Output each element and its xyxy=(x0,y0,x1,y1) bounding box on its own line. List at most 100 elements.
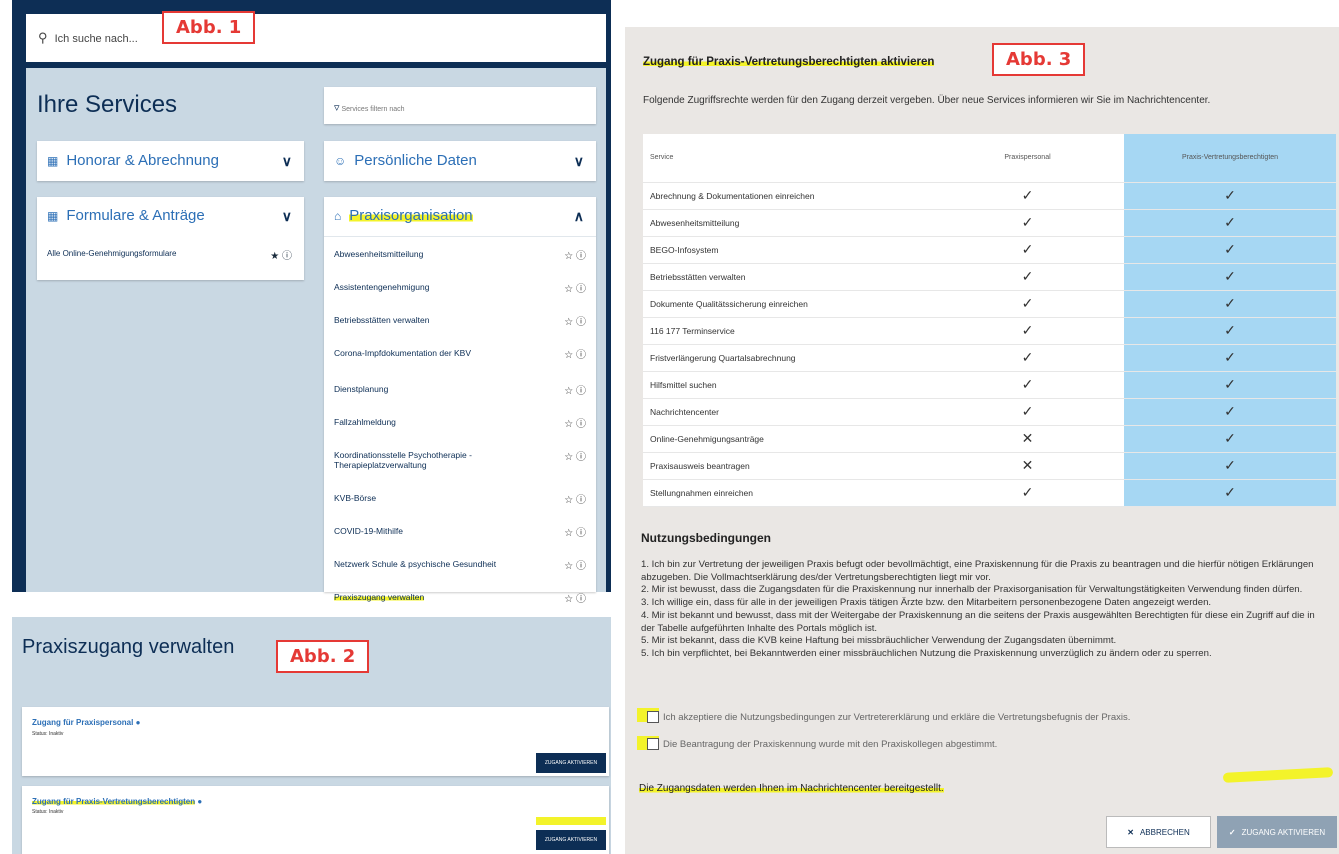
card-praxis-title: Praxisorganisation xyxy=(349,207,473,224)
agreed-colleagues-checkbox[interactable] xyxy=(647,738,659,750)
access-card-personal: Zugang für Praxispersonal ● Status: Inak… xyxy=(22,707,609,776)
card-praxis: ⌂ Praxisorganisation ∧ Abwesenheitsmittei… xyxy=(324,197,596,605)
figure-label: Abb. 2 xyxy=(276,640,370,673)
vertretung-access-icon: ✓ xyxy=(1124,344,1336,372)
card-personal[interactable]: ☺ Persönliche Daten ∨ xyxy=(324,141,596,181)
favorite-star-icon[interactable]: ☆ ⓘ xyxy=(564,247,586,262)
chevron-up-icon[interactable]: ∧ xyxy=(574,208,584,225)
user-icon: ☺ xyxy=(334,153,347,168)
list-item-label: Fallzahlmeldung xyxy=(334,416,396,427)
list-item[interactable]: Betriebsstätten verwalten ☆ ⓘ xyxy=(324,303,596,336)
favorite-star-icon[interactable]: ☆ ⓘ xyxy=(564,382,586,397)
list-item[interactable]: Fallzahlmeldung ☆ ⓘ xyxy=(324,405,596,438)
list-item[interactable]: Alle Online-Genehmigungsformulare xyxy=(47,249,176,258)
favorite-star-icon[interactable]: ☆ ⓘ xyxy=(564,346,586,361)
personal-access-icon: ✕ xyxy=(931,452,1124,480)
card-formulare[interactable]: ▦ Formulare & Anträge ∨ Alle Online-Geneh… xyxy=(37,197,304,280)
activate-personal-button[interactable]: ZUGANG AKTIVIEREN xyxy=(536,753,606,773)
info-icon[interactable]: ● xyxy=(197,797,202,806)
column-header: Service xyxy=(643,134,931,183)
personal-access-icon: ✓ xyxy=(931,371,1124,399)
search-input[interactable]: ⚲ Ich suche nach... xyxy=(26,14,606,62)
favorite-star-icon[interactable]: ☆ ⓘ xyxy=(564,557,586,572)
service-cell: Stellungnahmen einreichen xyxy=(643,479,931,507)
list-item[interactable]: COVID-19-Mithilfe ☆ ⓘ xyxy=(324,514,596,547)
service-cell: Betriebsstätten verwalten xyxy=(643,263,931,291)
praxiszugang-panel: Praxiszugang verwalten Abb. 2 Zugang für… xyxy=(12,617,611,854)
service-cell: Nachrichtencenter xyxy=(643,398,931,426)
favorite-star-icon[interactable]: ☆ ⓘ xyxy=(564,491,586,506)
list-item-label: Assistentengenehmigung xyxy=(334,281,430,292)
personal-access-icon: ✓ xyxy=(931,182,1124,210)
notice-text: Die Zugangsdaten werden Ihnen im Nachric… xyxy=(639,783,944,794)
service-cell: Dokumente Qualitätssicherung einreichen xyxy=(643,290,931,318)
favorite-star-icon[interactable]: ☆ ⓘ xyxy=(564,448,586,463)
activate-vertretung-button[interactable]: ZUGANG AKTIVIEREN xyxy=(536,830,606,850)
personal-access-icon: ✓ xyxy=(931,236,1124,264)
home-icon: ⌂ xyxy=(334,208,342,223)
vertretung-access-icon: ✓ xyxy=(1124,425,1336,453)
vertretung-access-icon: ✓ xyxy=(1124,182,1336,210)
list-item[interactable]: Netzwerk Schule & psychische Gesundheit ☆… xyxy=(324,547,596,580)
chevron-down-icon[interactable]: ∨ xyxy=(574,153,584,170)
close-icon: ✕ xyxy=(1127,827,1134,837)
dialog-title: Zugang für Praxis-Vertretungsberechtigte… xyxy=(643,56,935,68)
accept-terms-label: Ich akzeptiere die Nutzungsbedingungen z… xyxy=(663,712,1131,723)
service-cell: Hilfsmittel suchen xyxy=(643,371,931,399)
calculator-icon: ▦ xyxy=(47,153,59,168)
column-header: Praxispersonal xyxy=(931,134,1124,183)
list-item[interactable]: Assistentengenehmigung ☆ ⓘ xyxy=(324,270,596,303)
list-item[interactable]: Dienstplanung ☆ ⓘ xyxy=(324,372,596,405)
terms-list: 1. Ich bin zur Vertretung der jeweiligen… xyxy=(641,559,1331,661)
cancel-button[interactable]: ✕ ABBRECHEN xyxy=(1106,816,1211,848)
favorite-star-icon[interactable]: ☆ ⓘ xyxy=(564,280,586,295)
term-item: 5. Ich bin verpflichtet, bei Bekanntwerd… xyxy=(641,647,1212,659)
favorite-star-icon[interactable]: ☆ ⓘ xyxy=(564,313,586,328)
activate-button[interactable]: ✓ ZUGANG AKTIVIEREN xyxy=(1217,816,1337,848)
list-item[interactable]: Praxiszugang verwalten ☆ ⓘ xyxy=(324,580,596,613)
list-item[interactable]: Abwesenheitsmitteilung ☆ ⓘ xyxy=(324,237,596,270)
term-item: 3. Ich willige ein, dass für alle in der… xyxy=(641,597,1212,609)
table-row: Fristverlängerung Quartalsabrechnung ✓ ✓ xyxy=(643,344,1336,372)
search-placeholder: Ich suche nach... xyxy=(54,33,138,45)
table-row: Abwesenheitsmitteilung ✓ ✓ xyxy=(643,209,1336,237)
terms-title: Nutzungsbedingungen xyxy=(641,531,771,545)
chevron-down-icon[interactable]: ∨ xyxy=(282,208,292,225)
info-icon[interactable]: ● xyxy=(136,718,141,727)
personal-access-icon: ✓ xyxy=(931,344,1124,372)
activate-label: ZUGANG AKTIVIEREN xyxy=(1241,827,1326,837)
vertretung-access-icon: ✓ xyxy=(1124,479,1336,507)
card-personal-title: Persönliche Daten xyxy=(354,152,477,169)
chevron-down-icon[interactable]: ∨ xyxy=(282,153,292,170)
list-item-label: Koordinationsstelle Psychotherapie - The… xyxy=(334,449,472,470)
table-row: 116 177 Terminservice ✓ ✓ xyxy=(643,317,1336,345)
list-item[interactable]: KVB-Börse ☆ ⓘ xyxy=(324,481,596,514)
status-text: Status: Inaktiv xyxy=(32,809,64,815)
list-item-label: Netzwerk Schule & psychische Gesundheit xyxy=(334,558,497,569)
card-honorar-title: Honorar & Abrechnung xyxy=(66,152,219,169)
intro-text: Folgende Zugriffsrechte werden für den Z… xyxy=(643,95,1211,106)
figure-label: Abb. 3 xyxy=(992,43,1086,76)
list-item[interactable]: Corona-Impfdokumentation der KBV ☆ ⓘ xyxy=(324,336,596,369)
card-honorar[interactable]: ▦ Honorar & Abrechnung ∨ xyxy=(37,141,304,181)
table-row: Abrechnung & Dokumentationen einreichen ✓… xyxy=(643,182,1336,210)
access-card-vertretung: Zugang für Praxis-Vertretungsberechtigte… xyxy=(22,786,609,854)
table-row: Dokumente Qualitätssicherung einreichen ✓… xyxy=(643,290,1336,318)
favorite-star-icon[interactable]: ☆ ⓘ xyxy=(564,415,586,430)
accept-terms-checkbox[interactable] xyxy=(647,711,659,723)
highlight-mark xyxy=(1222,767,1334,783)
favorite-star-icon[interactable]: ★ ⓘ xyxy=(270,247,292,262)
list-item-label: COVID-19-Mithilfe xyxy=(334,525,403,536)
check-icon: ✓ xyxy=(1228,827,1236,837)
list-item[interactable]: Koordinationsstelle Psychotherapie - The… xyxy=(324,438,596,481)
favorite-star-icon[interactable]: ☆ ⓘ xyxy=(564,590,586,605)
access-card-title: Zugang für Praxispersonal ● xyxy=(32,718,141,727)
filter-input[interactable]: ▿ Services filtern nach xyxy=(324,87,596,124)
table-row: Nachrichtencenter ✓ ✓ xyxy=(643,398,1336,426)
service-cell: Abwesenheitsmitteilung xyxy=(643,209,931,237)
personal-access-icon: ✓ xyxy=(931,209,1124,237)
table-row: Stellungnahmen einreichen ✓ ✓ xyxy=(643,479,1336,507)
favorite-star-icon[interactable]: ☆ ⓘ xyxy=(564,524,586,539)
service-cell: 116 177 Terminservice xyxy=(643,317,931,345)
vertretung-access-icon: ✓ xyxy=(1124,317,1336,345)
